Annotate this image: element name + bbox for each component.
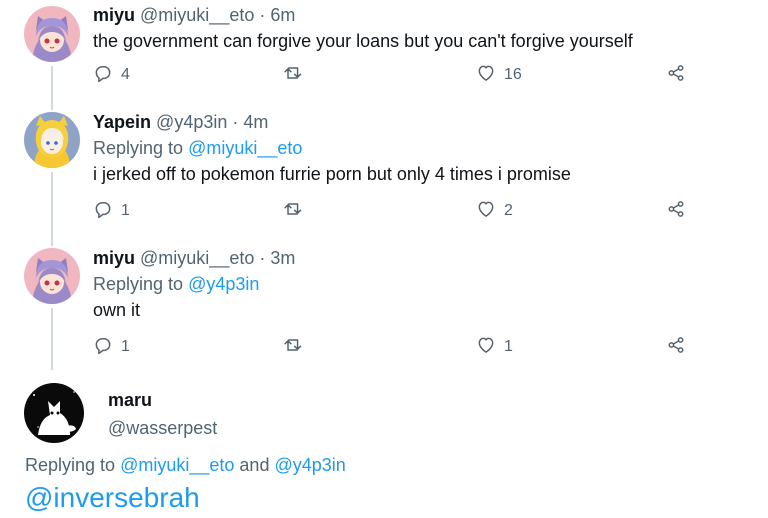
separator-dot: · (259, 248, 266, 268)
share-button[interactable] (666, 199, 686, 223)
heart-icon (476, 63, 496, 88)
author-handle[interactable]: @wasserpest (108, 418, 217, 439)
replying-to-label: Replying to (93, 274, 184, 294)
replying-to-and: and (239, 455, 270, 475)
like-button[interactable]: 2 (476, 199, 513, 223)
like-button[interactable]: 16 (476, 63, 522, 87)
mention-link[interactable]: @y4p3in (274, 455, 345, 475)
thread-line (51, 172, 53, 246)
timestamp[interactable]: 3m (270, 248, 295, 268)
mention-link[interactable]: @y4p3in (188, 274, 259, 294)
separator-dot: · (232, 112, 239, 132)
replying-to: Replying to @miyuki__eto and @y4p3in (25, 455, 346, 476)
tweet-header: miyu @miyuki__eto · 3m (93, 247, 748, 269)
retweet-button[interactable] (283, 335, 311, 359)
tweet-header: miyu @miyuki__eto · 6m (93, 4, 748, 26)
share-button[interactable] (666, 335, 686, 359)
retweet-icon (283, 199, 303, 224)
reply-icon (93, 63, 113, 88)
mention-link[interactable]: @miyuki__eto (188, 138, 302, 158)
retweet-button[interactable] (283, 199, 311, 223)
author-name[interactable]: Yapein (93, 112, 151, 132)
share-icon (666, 63, 686, 88)
tweet-actions: 1 2 (93, 199, 693, 223)
author-name[interactable]: miyu (93, 5, 135, 25)
timestamp[interactable]: 6m (270, 5, 295, 25)
author-handle[interactable]: @miyuki__eto (140, 5, 254, 25)
tweet-text: the government can forgive your loans bu… (93, 31, 633, 51)
reply-count: 1 (121, 338, 130, 355)
tweet-text: own it (93, 300, 141, 320)
timestamp[interactable]: 4m (243, 112, 268, 132)
like-count: 16 (504, 66, 522, 83)
avatar[interactable] (24, 6, 80, 62)
author-name[interactable]: miyu (93, 248, 135, 268)
reply-button[interactable]: 1 (93, 335, 130, 359)
retweet-icon (283, 335, 303, 360)
heart-icon (476, 199, 496, 224)
reply-button[interactable]: 1 (93, 199, 130, 223)
retweet-icon (283, 63, 303, 88)
like-count: 1 (504, 338, 513, 355)
avatar[interactable] (24, 383, 84, 443)
tweet-actions: 4 16 (93, 63, 693, 87)
replying-to: Replying to @miyuki__eto (93, 137, 748, 159)
share-icon (666, 335, 686, 360)
share-button[interactable] (666, 63, 686, 87)
tweet-text: @inversebrah (25, 481, 200, 515)
reply-icon (93, 335, 113, 360)
reply-icon (93, 199, 113, 224)
heart-icon (476, 335, 496, 360)
like-button[interactable]: 1 (476, 335, 513, 359)
tweet-text: i jerked off to pokemon furrie porn but … (93, 164, 571, 184)
tweet-header: Yapein @y4p3in · 4m (93, 111, 748, 133)
reply-button[interactable]: 4 (93, 63, 130, 87)
share-icon (666, 199, 686, 224)
author-handle[interactable]: @miyuki__eto (140, 248, 254, 268)
author-handle[interactable]: @y4p3in (156, 112, 227, 132)
tweet-actions: 1 1 (93, 335, 693, 359)
avatar[interactable] (24, 112, 80, 168)
replying-to-label: Replying to (93, 138, 184, 158)
author-name[interactable]: maru (108, 390, 152, 411)
reply-count: 4 (121, 66, 130, 83)
like-count: 2 (504, 202, 513, 219)
replying-to-label: Replying to (25, 455, 116, 475)
retweet-button[interactable] (283, 63, 311, 87)
thread-line (51, 66, 53, 110)
avatar[interactable] (24, 248, 80, 304)
reply-count: 1 (121, 202, 130, 219)
mention-link[interactable]: @miyuki__eto (120, 455, 234, 475)
replying-to: Replying to @y4p3in (93, 273, 748, 295)
separator-dot: · (259, 5, 266, 25)
thread-line (51, 308, 53, 370)
mention-link[interactable]: @inversebrah (25, 482, 200, 513)
